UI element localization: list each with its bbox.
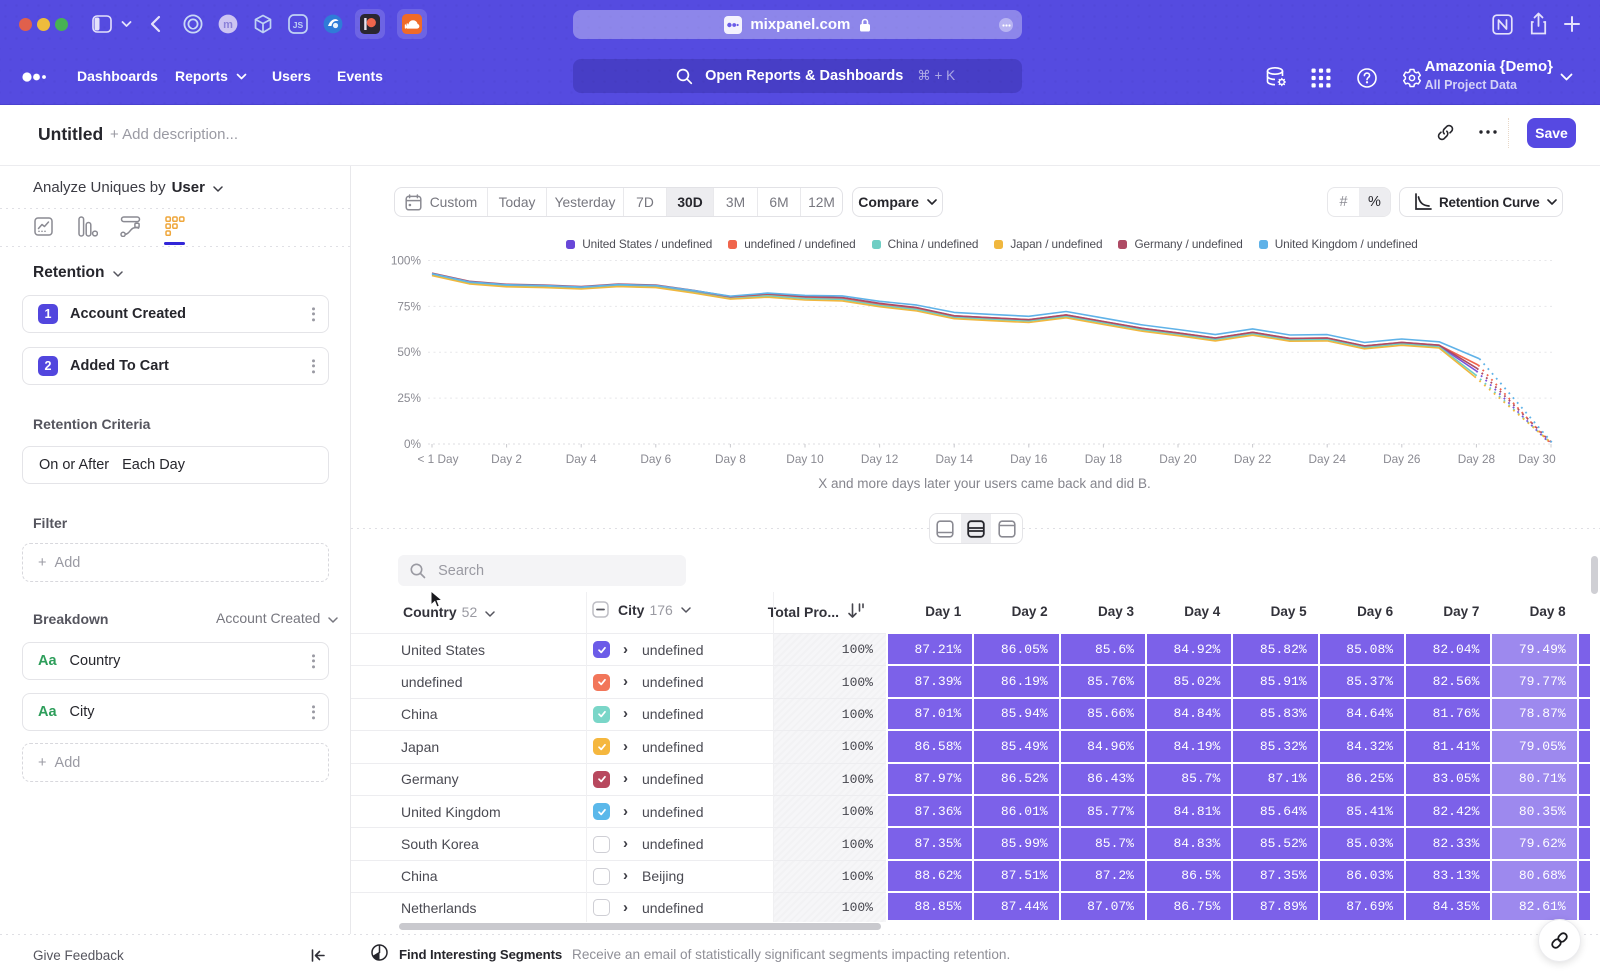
svg-text:75%: 75% xyxy=(397,299,421,313)
svg-text:Day 12: Day 12 xyxy=(861,452,898,466)
svg-text:50%: 50% xyxy=(397,345,421,359)
svg-text:< 1 Day: < 1 Day xyxy=(418,452,459,466)
svg-text:Day 18: Day 18 xyxy=(1085,452,1123,466)
svg-text:Day 28: Day 28 xyxy=(1458,452,1496,466)
svg-text:Day 10: Day 10 xyxy=(786,452,824,466)
svg-text:Day 20: Day 20 xyxy=(1159,452,1197,466)
svg-text:Day 16: Day 16 xyxy=(1010,452,1048,466)
svg-text:Day 14: Day 14 xyxy=(936,452,974,466)
svg-text:Day 4: Day 4 xyxy=(566,452,597,466)
svg-text:Day 2: Day 2 xyxy=(491,452,522,466)
svg-text:Day 26: Day 26 xyxy=(1383,452,1421,466)
svg-text:25%: 25% xyxy=(397,391,421,405)
svg-text:Day 30: Day 30 xyxy=(1518,452,1556,466)
svg-text:0%: 0% xyxy=(404,437,422,451)
svg-text:Day 6: Day 6 xyxy=(640,452,671,466)
svg-text:100%: 100% xyxy=(391,254,422,268)
svg-text:Day 22: Day 22 xyxy=(1234,452,1271,466)
svg-text:Day 8: Day 8 xyxy=(715,452,746,466)
svg-text:Day 24: Day 24 xyxy=(1309,452,1347,466)
